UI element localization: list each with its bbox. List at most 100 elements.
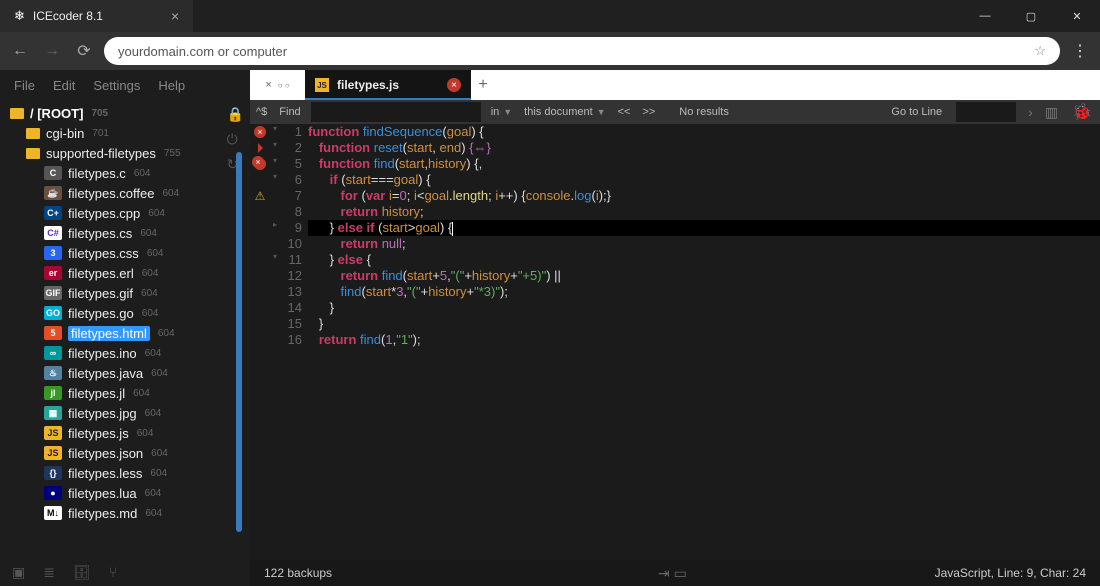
chevron-down-icon[interactable]: ▼ [503,107,512,117]
code-line[interactable]: function reset(start, end) {⇔} [308,140,1100,156]
gutter-mark[interactable] [250,284,270,300]
back-icon[interactable]: ← [8,39,32,63]
address-bar[interactable]: yourdomain.com or computer ☆ [104,37,1060,65]
tree-file[interactable]: JSfiletypes.json604 [6,443,244,463]
fold-toggle[interactable] [270,284,280,300]
code-line[interactable]: return null; [308,236,1100,252]
tree-file[interactable]: {}filetypes.less604 [6,463,244,483]
gutter-mark[interactable] [250,332,270,348]
tree-scrollbar[interactable] [236,152,242,532]
window-minimize-button[interactable]: — [962,0,1008,32]
tree-folder[interactable]: cgi-bin701 [6,123,244,143]
gutter-mark[interactable] [250,220,270,236]
tree-file[interactable]: 5filetypes.html604 [6,323,244,343]
tree-file[interactable]: erfiletypes.erl604 [6,263,244,283]
fold-toggle[interactable]: ▸ [270,220,280,236]
tab-close-icon[interactable]: × [171,8,179,24]
goto-line-input[interactable] [956,102,1016,122]
gutter-mark[interactable] [250,204,270,220]
fold-toggle[interactable] [270,300,280,316]
code-editor[interactable]: ×××⚠ ▾▾▾▾▸▾ 125678910111213141516 functi… [250,124,1100,560]
window-tab[interactable]: ❄ ICEcoder 8.1 × [0,0,193,32]
code-line[interactable]: } else if (start>goal) { [308,220,1100,236]
tree-file[interactable]: C#filetypes.cs604 [6,223,244,243]
find-scope-doc[interactable]: this document [524,106,592,118]
layers-icon[interactable]: ≣ [43,564,55,581]
tree-file[interactable]: GIFfiletypes.gif604 [6,283,244,303]
menu-settings[interactable]: Settings [93,78,140,93]
fold-toggle[interactable] [270,316,280,332]
gutter-mark[interactable] [250,316,270,332]
tree-file[interactable]: ▦filetypes.jpg604 [6,403,244,423]
menu-help[interactable]: Help [158,78,185,93]
menu-edit[interactable]: Edit [53,78,75,93]
chevron-down-icon[interactable]: ▼ [597,107,606,117]
code-line[interactable]: function findSequence(goal) { [308,124,1100,140]
window-maximize-button[interactable]: ▢ [1008,0,1054,32]
fold-toggle[interactable] [270,268,280,284]
find-input[interactable] [311,102,481,122]
gutter-mark[interactable] [250,236,270,252]
tree-file[interactable]: ♨filetypes.java604 [6,363,244,383]
terminal-icon[interactable]: ▣ [12,564,25,581]
menu-file[interactable]: File [14,78,35,93]
fold-toggle[interactable]: ▾ [270,172,280,188]
window-close-button[interactable]: ✕ [1054,0,1100,32]
tree-file[interactable]: GOfiletypes.go604 [6,303,244,323]
fold-toggle[interactable] [270,332,280,348]
git-icon[interactable]: ⑂ [109,564,117,580]
find-prev-button[interactable]: << [612,106,637,118]
code-line[interactable]: return history; [308,204,1100,220]
bug-icon[interactable]: 🐞 [1064,102,1100,122]
lock-icon[interactable]: 🔒 [227,106,244,123]
tree-file[interactable]: Cfiletypes.c604 [6,163,244,183]
plug-icon[interactable]: ⏻ [227,131,244,148]
forward-icon[interactable]: → [40,39,64,63]
gutter-mark[interactable]: ×× [250,156,270,172]
database-icon[interactable]: 🗄 [73,564,91,581]
bookmark-icon[interactable]: ☆ [1034,43,1046,59]
fold-toggle[interactable]: ▾ [270,124,280,140]
arrow-right-icon[interactable]: › [1022,104,1039,120]
code-line[interactable]: find(start*3,"("+history+"*3)"); [308,284,1100,300]
code-line[interactable]: } [308,316,1100,332]
gutter-mark[interactable] [250,252,270,268]
editor-tab-active[interactable]: JS filetypes.js × [305,70,471,100]
gutter-mark[interactable]: ⚠ [250,188,270,204]
code-line[interactable]: return find(start+5,"("+history+"+5)") |… [308,268,1100,284]
code-line[interactable]: } else { [308,252,1100,268]
tree-file[interactable]: C+filetypes.cpp604 [6,203,244,223]
reload-icon[interactable]: ⟳ [72,39,96,63]
code-line[interactable]: if (start===goal) { [308,172,1100,188]
indent-icon[interactable]: ⇥ ▭ [658,565,687,582]
gutter-mark[interactable] [250,140,270,156]
tree-file[interactable]: ●filetypes.lua604 [6,483,244,503]
gutter-mark[interactable] [250,268,270,284]
code-line[interactable]: } [308,300,1100,316]
gutter-mark[interactable] [250,300,270,316]
gutter-mark[interactable]: × [250,124,270,140]
fold-toggle[interactable] [270,188,280,204]
code-line[interactable]: for (var i=0; i<goal.length; i++) {conso… [308,188,1100,204]
fold-toggle[interactable] [270,236,280,252]
tab-pre-controls[interactable]: ×○ ○ [250,70,305,100]
tree-file[interactable]: ☕filetypes.coffee604 [6,183,244,203]
gutter-mark[interactable] [250,172,270,188]
layout-icon[interactable]: ▥ [1039,104,1064,121]
tree-file[interactable]: M↓filetypes.md604 [6,503,244,523]
fold-toggle[interactable]: ▾ [270,140,280,156]
tab-close-button[interactable]: × [447,78,461,92]
tree-file[interactable]: JSfiletypes.js604 [6,423,244,443]
tree-file[interactable]: ∞filetypes.ino604 [6,343,244,363]
code-line[interactable]: function find(start,history) {, [308,156,1100,172]
fold-toggle[interactable]: ▾ [270,156,280,172]
fold-toggle[interactable] [270,204,280,220]
fold-toggle[interactable]: ▾ [270,252,280,268]
tree-file[interactable]: jlfiletypes.jl604 [6,383,244,403]
tree-file[interactable]: 3filetypes.css604 [6,243,244,263]
new-tab-button[interactable]: + [471,70,495,100]
find-next-button[interactable]: >> [636,106,661,118]
find-scope-in[interactable]: in [491,106,500,118]
code-line[interactable]: return find(1,"1"); [308,332,1100,348]
menu-dots-icon[interactable]: ⋮ [1068,41,1092,61]
